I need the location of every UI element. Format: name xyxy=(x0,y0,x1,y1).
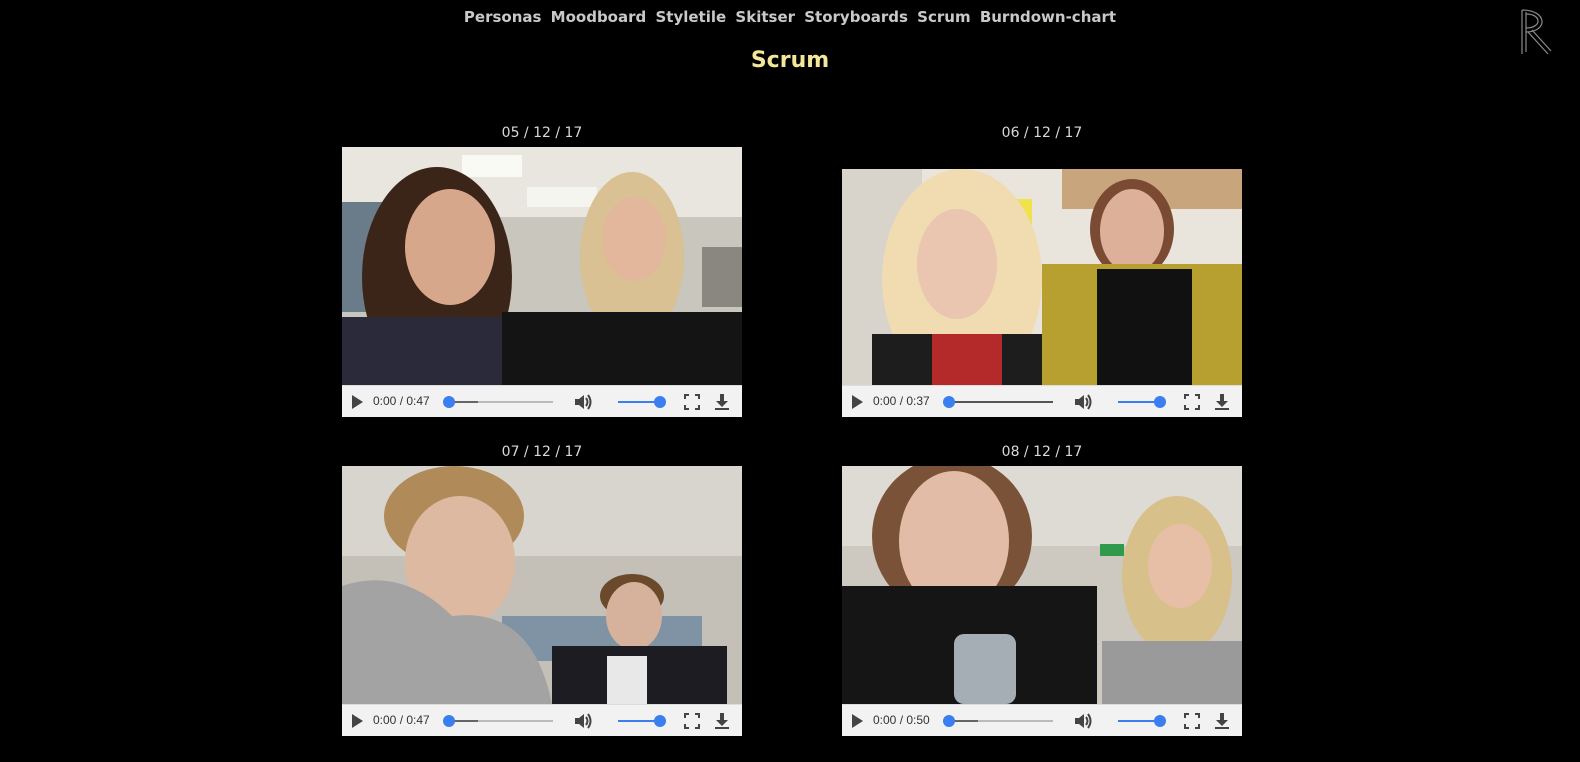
fullscreen-icon[interactable] xyxy=(684,713,700,729)
video-date: 06 / 12 / 17 xyxy=(1001,125,1083,141)
video-frame[interactable] xyxy=(842,169,1242,385)
video-controls: 0:00 / 0:37 xyxy=(842,385,1242,417)
video-thumbnail xyxy=(842,466,1242,704)
volume-icon[interactable] xyxy=(573,712,593,730)
volume-icon[interactable] xyxy=(573,393,593,411)
video-time: 0:00 / 0:47 xyxy=(373,394,430,408)
video-thumbnail xyxy=(842,169,1242,385)
volume-slider[interactable] xyxy=(1118,715,1166,727)
fullscreen-icon[interactable] xyxy=(1184,713,1200,729)
play-icon[interactable] xyxy=(852,714,863,728)
play-icon[interactable] xyxy=(852,395,863,409)
seek-bar[interactable] xyxy=(443,396,553,408)
nav-item-storyboards[interactable]: Storyboards xyxy=(804,8,908,26)
video-controls: 0:00 / 0:47 xyxy=(342,704,742,736)
video-time: 0:00 / 0:47 xyxy=(373,713,430,727)
download-icon[interactable] xyxy=(1214,712,1230,730)
video-time: 0:00 / 0:37 xyxy=(873,394,930,408)
volume-thumb[interactable] xyxy=(1154,396,1166,408)
seek-thumb[interactable] xyxy=(943,715,955,727)
video-frame[interactable] xyxy=(342,466,742,704)
download-icon[interactable] xyxy=(1214,393,1230,411)
seek-thumb[interactable] xyxy=(443,715,455,727)
video-date: 08 / 12 / 17 xyxy=(1001,444,1083,460)
nav-item-burndown-chart[interactable]: Burndown-chart xyxy=(980,8,1116,26)
video-date: 07 / 12 / 17 xyxy=(501,444,583,460)
volume-slider[interactable] xyxy=(618,715,666,727)
seek-thumb[interactable] xyxy=(943,396,955,408)
volume-icon[interactable] xyxy=(1073,712,1093,730)
volume-icon[interactable] xyxy=(1073,393,1093,411)
nav-item-moodboard[interactable]: Moodboard xyxy=(551,8,647,26)
download-icon[interactable] xyxy=(714,393,730,411)
page: Personas Moodboard Styletile Skitser Sto… xyxy=(0,0,1580,762)
fullscreen-icon[interactable] xyxy=(684,394,700,410)
volume-thumb[interactable] xyxy=(654,715,666,727)
video-frame[interactable] xyxy=(842,466,1242,704)
video-controls: 0:00 / 0:47 xyxy=(342,385,742,417)
video-thumbnail xyxy=(342,147,742,385)
fullscreen-icon[interactable] xyxy=(1184,394,1200,410)
seek-thumb[interactable] xyxy=(443,396,455,408)
page-title: Scrum xyxy=(750,48,830,73)
play-icon[interactable] xyxy=(352,714,363,728)
main-nav: Personas Moodboard Styletile Skitser Sto… xyxy=(0,8,1580,26)
play-icon[interactable] xyxy=(352,395,363,409)
nav-item-personas[interactable]: Personas xyxy=(464,8,542,26)
video-thumbnail xyxy=(342,466,742,704)
video-frame[interactable] xyxy=(342,147,742,385)
seek-bar[interactable] xyxy=(943,396,1053,408)
nav-item-scrum[interactable]: Scrum xyxy=(917,8,970,26)
nav-item-styletile[interactable]: Styletile xyxy=(655,8,726,26)
volume-thumb[interactable] xyxy=(1154,715,1166,727)
nav-item-skitser[interactable]: Skitser xyxy=(735,8,795,26)
download-icon[interactable] xyxy=(714,712,730,730)
seek-bar[interactable] xyxy=(443,715,553,727)
video-time: 0:00 / 0:50 xyxy=(873,713,930,727)
seek-bar[interactable] xyxy=(943,715,1053,727)
volume-slider[interactable] xyxy=(618,396,666,408)
volume-thumb[interactable] xyxy=(654,396,666,408)
video-controls: 0:00 / 0:50 xyxy=(842,704,1242,736)
video-date: 05 / 12 / 17 xyxy=(501,125,583,141)
volume-slider[interactable] xyxy=(1118,396,1166,408)
